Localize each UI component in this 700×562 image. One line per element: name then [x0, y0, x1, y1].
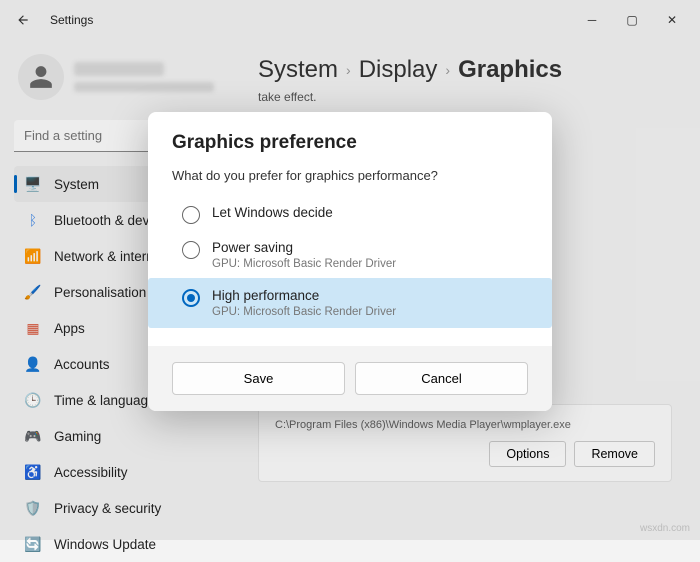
- graphics-preference-dialog: Graphics preference What do you prefer f…: [148, 112, 552, 411]
- radio-icon: [182, 289, 200, 307]
- radio-option-2[interactable]: High performance GPU: Microsoft Basic Ren…: [148, 278, 552, 328]
- watermark: wsxdn.com: [640, 523, 690, 534]
- radio-icon: [182, 206, 200, 224]
- save-button[interactable]: Save: [172, 362, 345, 395]
- dialog-body: Graphics preference What do you prefer f…: [148, 112, 552, 346]
- radio-text: High performance GPU: Microsoft Basic Ren…: [212, 288, 396, 318]
- radio-text: Let Windows decide: [212, 205, 333, 220]
- modal-overlay: Graphics preference What do you prefer f…: [0, 0, 700, 540]
- dialog-question: What do you prefer for graphics performa…: [172, 168, 528, 183]
- radio-option-1[interactable]: Power saving GPU: Microsoft Basic Render …: [172, 232, 528, 278]
- radio-sublabel: GPU: Microsoft Basic Render Driver: [212, 258, 396, 270]
- dialog-title: Graphics preference: [172, 132, 528, 154]
- radio-text: Power saving GPU: Microsoft Basic Render …: [212, 240, 396, 270]
- radio-icon: [182, 241, 200, 259]
- dialog-footer: Save Cancel: [148, 346, 552, 411]
- radio-option-0[interactable]: Let Windows decide: [172, 197, 528, 232]
- radio-label: Power saving: [212, 240, 396, 255]
- radio-sublabel: GPU: Microsoft Basic Render Driver: [212, 306, 396, 318]
- cancel-button[interactable]: Cancel: [355, 362, 528, 395]
- radio-label: High performance: [212, 288, 396, 303]
- radio-group: Let Windows decide Power saving GPU: Micro…: [172, 197, 528, 328]
- radio-label: Let Windows decide: [212, 205, 333, 220]
